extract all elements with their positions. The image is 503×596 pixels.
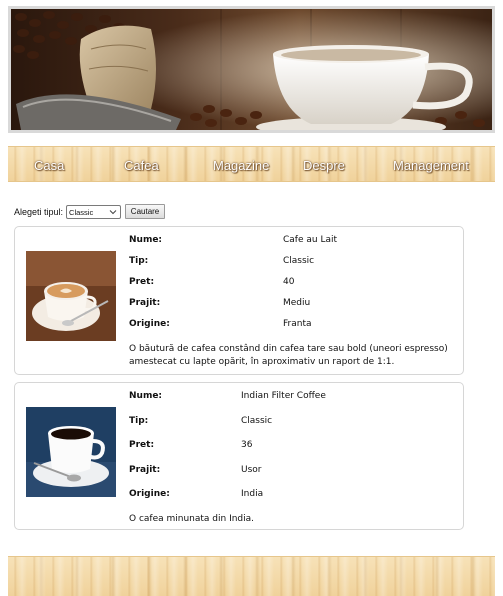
label-type: Tip:	[129, 416, 149, 426]
product-name: Indian Filter Coffee	[241, 391, 326, 401]
label-price: Pret:	[129, 440, 155, 450]
nav-item-cafea[interactable]: Cafea	[124, 158, 159, 173]
label-type: Tip:	[129, 256, 149, 266]
product-type: Classic	[283, 256, 315, 266]
product-price: 40	[283, 277, 295, 287]
label-origin: Origine:	[129, 319, 170, 329]
nav-item-management[interactable]: Management	[393, 158, 469, 173]
product-description: O băutură de cafea constând din cafea ta…	[129, 344, 448, 367]
label-roast: Prajit:	[129, 298, 161, 308]
label-name: Nume:	[129, 391, 163, 401]
product-roast: Usor	[241, 465, 262, 475]
search-button[interactable]: Cautare	[125, 204, 166, 219]
type-select-value: Classic	[69, 207, 94, 217]
type-filter: Alegeti tipul: Classic Cautare	[14, 204, 166, 219]
product-type: Classic	[241, 416, 273, 426]
product-origin: India	[241, 489, 264, 499]
product-origin: Franta	[283, 319, 312, 329]
type-filter-label: Alegeti tipul:	[14, 206, 64, 217]
nav-item-magazine[interactable]: Magazine	[213, 158, 269, 173]
label-roast: Prajit:	[129, 465, 161, 475]
chevron-down-icon	[109, 209, 117, 214]
product-name: Cafe au Lait	[283, 235, 338, 245]
product-card: Nume: Cafe au Lait Tip: Classic Pret: 40…	[14, 226, 464, 375]
footer-bar	[8, 556, 495, 596]
label-name: Nume:	[129, 235, 163, 245]
product-image-cafe-au-lait	[26, 251, 116, 341]
product-roast: Mediu	[283, 298, 311, 308]
nav-item-casa[interactable]: Casa	[34, 158, 64, 173]
product-price: 36	[241, 440, 253, 450]
coffee-banner-image	[11, 9, 492, 130]
product-card: Nume: Indian Filter Coffee Tip: Classic …	[14, 382, 464, 530]
product-description: O cafea minunata din India.	[129, 514, 255, 524]
nav-item-despre[interactable]: Despre	[303, 158, 345, 173]
header-banner	[8, 6, 495, 133]
label-price: Pret:	[129, 277, 155, 287]
product-image-indian-filter-coffee	[26, 407, 116, 497]
label-origin: Origine:	[129, 489, 170, 499]
main-navigation: Casa Cafea Magazine Despre Management	[8, 146, 495, 182]
type-select[interactable]: Classic	[66, 204, 122, 219]
